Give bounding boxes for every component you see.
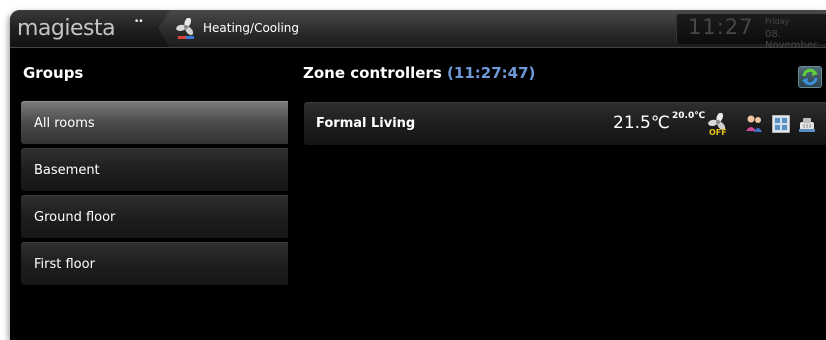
group-item-basement[interactable]: Basement [21,148,288,191]
groups-title: Groups [23,64,84,82]
logo: magiesta [17,16,116,41]
zone-timestamp: (11:27:47) [447,64,536,82]
heater-icon[interactable] [796,113,818,135]
group-item-first-floor[interactable]: First floor [21,242,288,285]
group-item-label: Basement [34,162,100,178]
group-list: All rooms Basement Ground floor First fl… [21,101,288,289]
app-frame: magiesta •• Heating/Cooling 11:27 Friday… [10,10,826,340]
group-item-ground-floor[interactable]: Ground floor [21,195,288,238]
group-item-label: Ground floor [34,209,116,225]
zone-temperature: 21.5℃ [613,113,670,133]
zone-title-label: Zone controllers [303,64,442,82]
zone-setpoint: 20.0℃ [672,111,706,121]
clock-day: Friday [765,17,790,26]
fan-off-label: OFF [709,128,727,137]
group-item-label: First floor [34,256,95,272]
fan-icon [176,18,194,39]
breadcrumb-label: Heating/Cooling [203,21,300,35]
logo-dots: •• [134,17,144,27]
refresh-button[interactable] [798,66,822,88]
clock: 11:27 Friday 08. November [676,14,826,51]
clock-date: 08. November [765,29,818,51]
clock-time: 11:27 [688,15,754,39]
top-bar: magiesta •• Heating/Cooling 11:27 Friday… [10,10,826,51]
zone-name: Formal Living [316,116,416,131]
zone-row-formal-living[interactable]: Formal Living 21.5℃ 20.0℃ OFF [304,102,826,145]
group-item-label: All rooms [34,115,95,131]
group-item-all-rooms[interactable]: All rooms [21,101,288,144]
zone-controllers-title: Zone controllers (11:27:47) [303,64,535,82]
refresh-icon [802,68,818,86]
persons-icon[interactable] [743,113,765,135]
window-icon[interactable] [770,113,792,135]
